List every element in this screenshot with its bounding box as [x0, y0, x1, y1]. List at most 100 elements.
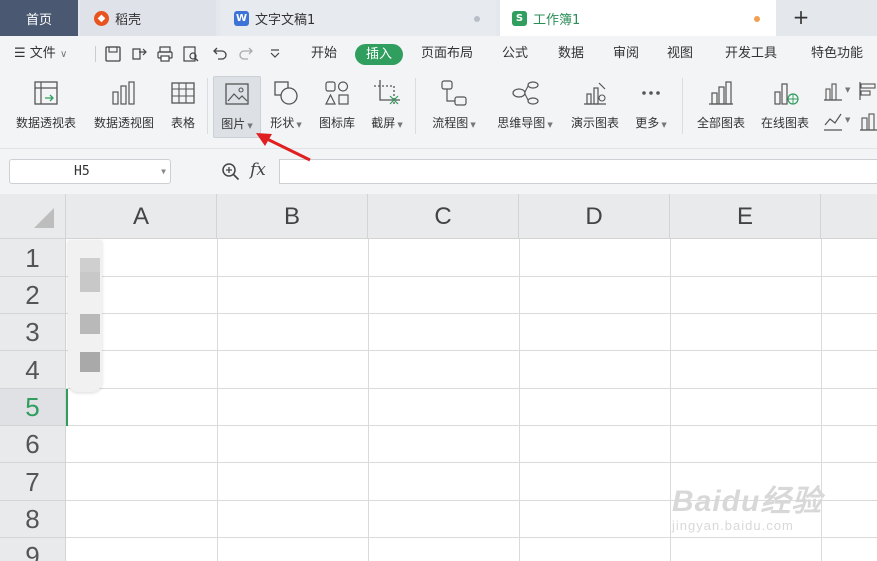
chevron-down-icon: ∨ — [59, 49, 68, 60]
new-tab-button[interactable]: + — [790, 6, 812, 28]
pivot-chart-button[interactable]: 数据透视图 — [88, 76, 160, 138]
export-icon[interactable] — [130, 45, 148, 63]
formula-bar: H5 ▼ fx — [0, 148, 877, 195]
row-header-3[interactable]: 3 — [0, 314, 66, 351]
dropdown-arrow-icon[interactable]: ▼ — [845, 116, 850, 124]
flowchart-button[interactable]: 流程图 ▼ — [425, 76, 483, 138]
mindmap-button[interactable]: 思维导图 ▼ — [491, 76, 559, 138]
active-cell-indicator — [66, 389, 68, 426]
dropdown-arrow-icon: ▼ — [468, 121, 476, 129]
online-chart-label: 在线图表 — [760, 116, 809, 130]
hamburger-icon: ☰ — [14, 46, 26, 61]
zoom-icon[interactable] — [221, 162, 241, 182]
screenshot-button[interactable]: 截屏 ▼ — [365, 76, 409, 138]
table-button[interactable]: 表格 — [165, 76, 201, 138]
stacked-chart-icon[interactable] — [858, 110, 877, 132]
all-charts-button[interactable]: 全部图表 — [692, 76, 750, 138]
tab-workbook[interactable]: S 工作簿1 — [500, 0, 776, 36]
print-icon[interactable] — [156, 45, 174, 63]
blurred-item — [80, 272, 100, 292]
table-label: 表格 — [170, 116, 195, 130]
more-icon — [642, 91, 660, 95]
row-header-9[interactable]: 9 — [0, 538, 66, 561]
online-chart-icon — [774, 83, 799, 105]
blurred-popup — [68, 240, 102, 392]
menu-review[interactable]: 审阅 — [613, 36, 639, 72]
shapes-button[interactable]: 形状 ▼ — [265, 76, 307, 138]
menu-bar: ☰ 文件 ∨ 开始 插入 页面布局 公式 数据 审阅 视图 开发工具 特色功能 — [0, 36, 877, 72]
pivot-table-icon — [34, 81, 58, 105]
row-header-8[interactable]: 8 — [0, 501, 66, 538]
select-all-triangle-icon — [34, 208, 54, 228]
watermark-sub: jingyan.baidu.com — [672, 518, 794, 533]
online-chart-button[interactable]: 在线图表 — [756, 76, 814, 138]
pivot-chart-label: 数据透视图 — [93, 116, 154, 130]
tab-writer-doc[interactable]: W 文字文稿1 — [220, 0, 496, 36]
tab-writer-doc-label: 文字文稿1 — [255, 12, 316, 28]
tab-home[interactable]: 首页 — [0, 0, 78, 36]
grid-line — [217, 239, 218, 561]
menu-insert[interactable]: 插入 — [355, 44, 403, 65]
select-all-button[interactable] — [0, 194, 66, 239]
pivot-table-button[interactable]: 数据透视表 — [10, 76, 82, 138]
print-preview-icon[interactable] — [182, 45, 200, 63]
column-header-a[interactable]: A — [66, 194, 217, 239]
menu-start[interactable]: 开始 — [311, 36, 337, 72]
row-header-4[interactable]: 4 — [0, 351, 66, 389]
grid-line — [670, 239, 671, 561]
line-chart-icon[interactable] — [822, 110, 844, 132]
row-header-1[interactable]: 1 — [0, 239, 66, 277]
menu-formulas[interactable]: 公式 — [502, 36, 528, 72]
column-header-b[interactable]: B — [217, 194, 368, 239]
menu-developer-tools[interactable]: 开发工具 — [725, 36, 777, 72]
bar-chart-icon[interactable] — [858, 80, 877, 102]
row-header-2[interactable]: 2 — [0, 277, 66, 314]
picture-button[interactable]: 图片 ▼ — [213, 76, 261, 138]
watermark-main: Baidu经验 — [672, 485, 823, 518]
more-label: 更多 ▼ — [635, 116, 667, 130]
column-header-c[interactable]: C — [368, 194, 519, 239]
row-header-5[interactable]: 5 — [0, 389, 66, 426]
tab-unsaved-dot-icon — [754, 16, 760, 22]
tab-unsaved-dot-icon — [474, 16, 480, 22]
flowchart-icon — [441, 80, 467, 106]
writer-doc-icon: W — [234, 10, 249, 26]
row-header-6[interactable]: 6 — [0, 426, 66, 463]
insert-ribbon: 数据透视表 数据透视图 表格 图片 ▼ 形状 ▼ 图标库 截屏 ▼ 流程图 ▼ … — [0, 72, 877, 148]
tab-home-label: 首页 — [25, 12, 52, 28]
dropdown-arrow-icon: ▼ — [294, 121, 302, 129]
column-header-next[interactable] — [821, 194, 877, 239]
spreadsheet-icon: S — [512, 10, 527, 26]
menu-page-layout[interactable]: 页面布局 — [421, 36, 473, 72]
column-header-d[interactable]: D — [519, 194, 670, 239]
name-box-value: H5 — [74, 164, 90, 179]
grid-line — [66, 462, 877, 463]
chevron-down-icon[interactable]: ▼ — [161, 160, 166, 183]
tab-daoke[interactable]: ◆ 稻壳 — [80, 0, 216, 36]
screenshot-icon — [374, 80, 400, 106]
pivot-table-label: 数据透视表 — [15, 116, 76, 130]
grid-line — [66, 388, 877, 389]
tab-daoke-label: 稻壳 — [115, 12, 142, 28]
column-header-e[interactable]: E — [670, 194, 821, 239]
icon-library-button[interactable]: 图标库 — [313, 76, 361, 138]
demo-chart-button[interactable]: 演示图表 — [566, 76, 624, 138]
row-header-7[interactable]: 7 — [0, 463, 66, 501]
menu-special-features[interactable]: 特色功能 — [811, 36, 863, 72]
picture-icon — [225, 83, 249, 105]
column-chart-icon[interactable] — [822, 80, 844, 102]
undo-icon[interactable] — [210, 45, 228, 63]
save-icon[interactable] — [104, 45, 122, 63]
more-button[interactable]: 更多 ▼ — [631, 76, 671, 138]
menu-view[interactable]: 视图 — [667, 36, 693, 72]
insert-function-button[interactable]: fx — [250, 160, 266, 180]
formula-input[interactable] — [279, 159, 877, 184]
menu-data[interactable]: 数据 — [558, 36, 584, 72]
customize-toolbar-icon[interactable] — [266, 45, 284, 63]
name-box[interactable]: H5 ▼ — [9, 159, 171, 184]
dropdown-arrow-icon: ▼ — [545, 121, 553, 129]
dropdown-arrow-icon[interactable]: ▼ — [845, 86, 850, 94]
redo-icon[interactable] — [238, 45, 256, 63]
grid-line — [66, 350, 877, 351]
file-menu[interactable]: ☰ 文件 ∨ — [14, 36, 67, 72]
